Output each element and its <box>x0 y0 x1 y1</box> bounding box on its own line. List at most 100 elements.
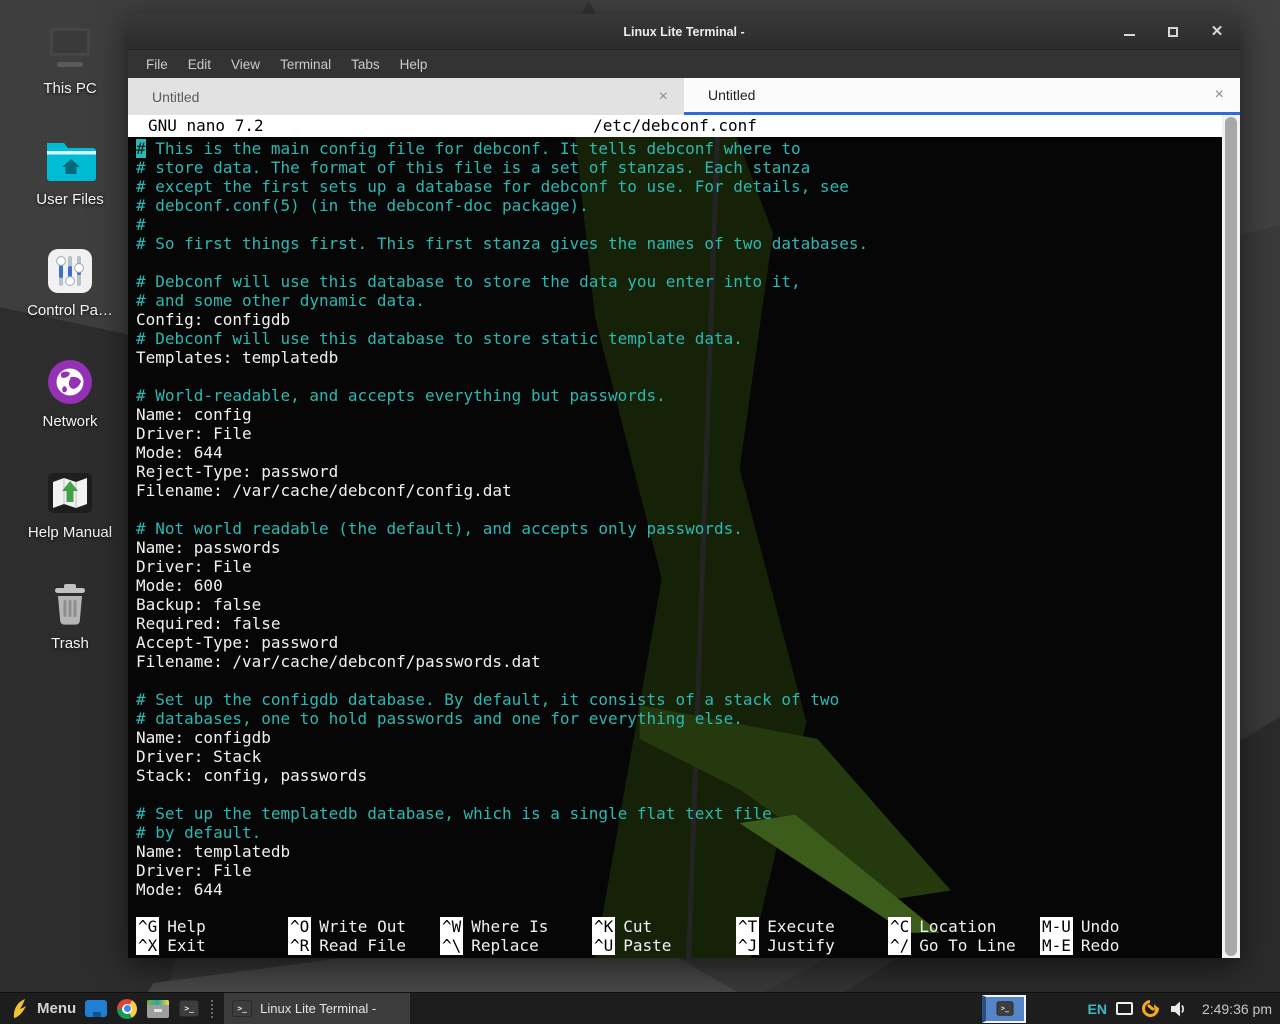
folder-home-icon <box>43 137 97 183</box>
update-icon[interactable] <box>1138 997 1162 1021</box>
shortcut-execute[interactable]: ^TExecute <box>736 917 888 936</box>
shortcut-replace[interactable]: ^\ Replace <box>440 936 592 955</box>
nano-version-label: GNU nano 7.2 <box>128 116 264 135</box>
menu-item-view[interactable]: View <box>221 53 270 76</box>
terminal-line: # and some other dynamic data. <box>136 291 1212 310</box>
text-cursor: # <box>136 139 146 158</box>
desktop-icon-user-files[interactable]: User Files <box>14 137 126 208</box>
tab-label: Untitled <box>152 89 199 105</box>
display-icon[interactable] <box>1116 1002 1133 1015</box>
terminal-line: # Debconf will use this database to stor… <box>136 272 1212 291</box>
terminal-icon[interactable]: >_ <box>178 998 200 1020</box>
minimize-button[interactable] <box>1122 25 1136 39</box>
start-menu-button[interactable]: Menu <box>8 998 76 1020</box>
editor-text-area[interactable]: # This is the main config file for debco… <box>136 139 1212 899</box>
shortcut-label: Where Is <box>471 917 548 936</box>
shortcut-label: Replace <box>471 936 538 955</box>
scrollbar-thumb[interactable] <box>1225 117 1237 956</box>
menu-item-file[interactable]: File <box>136 53 178 76</box>
close-tab-icon[interactable]: × <box>659 89 668 105</box>
shortcut-key: ^G <box>136 917 159 936</box>
terminal-pane[interactable]: GNU nano 7.2 /etc/debconf.conf # This is… <box>128 115 1240 958</box>
chrome-icon[interactable] <box>116 998 138 1020</box>
terminal-line: # Set up the templatedb database, which … <box>136 804 1212 823</box>
terminal-line: Mode: 644 <box>136 443 1212 462</box>
shortcut-where-is[interactable]: ^WWhere Is <box>440 917 592 936</box>
terminal-line: Name: configdb <box>136 728 1212 747</box>
shortcut-label: Go To Line <box>919 936 1015 955</box>
shortcut-justify[interactable]: ^JJustify <box>736 936 888 955</box>
system-tray: EN 2:49:36 pm <box>1087 998 1272 1020</box>
desktop-icon-control-panel[interactable]: Control Pa… <box>14 248 126 319</box>
desktop-icon-trash[interactable]: Trash <box>14 581 126 652</box>
scrollbar-track[interactable] <box>1222 115 1240 958</box>
terminal-line: Reject-Type: password <box>136 462 1212 481</box>
menu-item-help[interactable]: Help <box>390 53 438 76</box>
menu-item-terminal[interactable]: Terminal <box>270 53 341 76</box>
tab-1[interactable]: Untitled × <box>128 78 684 115</box>
help-manual-icon <box>43 470 97 516</box>
shortcut-write-out[interactable]: ^OWrite Out <box>288 917 440 936</box>
desktop-icon-network[interactable]: Network <box>14 359 126 430</box>
speaker-icon[interactable] <box>1168 998 1190 1020</box>
shortcut-key: ^R <box>288 936 311 955</box>
shortcut-exit[interactable]: ^XExit <box>136 936 288 955</box>
desktop-icon-this-pc[interactable]: This PC <box>14 26 126 97</box>
task-button-terminal[interactable]: >_ Linux Lite Terminal - <box>224 993 410 1024</box>
file-manager-icon[interactable] <box>85 998 107 1020</box>
menu-item-tabs[interactable]: Tabs <box>341 53 390 76</box>
close-tab-icon[interactable]: × <box>1215 87 1224 103</box>
workspace-pager[interactable]: >_ <box>982 995 1026 1023</box>
desktop-icon-list: This PC User Files Control Pa… Network Help … <box>14 26 126 652</box>
tab-label: Untitled <box>708 87 755 103</box>
maximize-button[interactable] <box>1166 25 1180 39</box>
keyboard-layout-indicator[interactable]: EN <box>1087 1001 1106 1017</box>
shortcut-paste[interactable]: ^UPaste <box>592 936 736 955</box>
archive-manager-icon[interactable] <box>147 998 169 1020</box>
close-button[interactable]: ✕ <box>1210 25 1224 39</box>
shortcut-undo[interactable]: M-UUndo <box>1040 917 1212 936</box>
shortcut-label: Location <box>919 917 996 936</box>
shortcut-key: ^C <box>888 917 911 936</box>
control-panel-icon <box>43 248 97 294</box>
shortcut-location[interactable]: ^C Location <box>888 917 1040 936</box>
desktop-icon-label: Network <box>42 413 97 430</box>
terminal-line: Templates: templatedb <box>136 348 1212 367</box>
clock[interactable]: 2:49:36 pm <box>1202 1001 1272 1017</box>
terminal-line <box>136 671 1212 690</box>
terminal-line: Driver: Stack <box>136 747 1212 766</box>
window-titlebar[interactable]: Linux Lite Terminal - ✕ <box>128 14 1240 50</box>
terminal-icon: >_ <box>997 1001 1014 1015</box>
shortcut-key: ^\ <box>440 936 463 955</box>
terminal-line: Backup: false <box>136 595 1212 614</box>
terminal-line: Filename: /var/cache/debconf/config.dat <box>136 481 1212 500</box>
terminal-line <box>136 500 1212 519</box>
shortcut-key: ^T <box>736 917 759 936</box>
shortcut-help[interactable]: ^GHelp <box>136 917 288 936</box>
menu-bar: FileEditViewTerminalTabsHelp <box>128 50 1240 78</box>
desktop-icon-help-manual[interactable]: Help Manual <box>14 470 126 541</box>
shortcut-go-to-line[interactable]: ^/ Go To Line <box>888 936 1040 955</box>
shortcut-key: ^/ <box>888 936 911 955</box>
shortcut-key: ^X <box>136 936 159 955</box>
shortcut-read-file[interactable]: ^R Read File <box>288 936 440 955</box>
terminal-line <box>136 367 1212 386</box>
terminal-line: Stack: config, passwords <box>136 766 1212 785</box>
shortcut-label: Redo <box>1081 936 1120 955</box>
shortcut-key: M-E <box>1040 936 1073 955</box>
terminal-line: # Set up the configdb database. By defau… <box>136 690 1212 709</box>
minimize-icon <box>1124 34 1135 36</box>
taskbar: Menu >_ >_ Linux Lite Terminal - >_ EN 2… <box>0 992 1280 1024</box>
shortcut-redo[interactable]: M-E Redo <box>1040 936 1212 955</box>
trash-icon <box>43 581 97 627</box>
shortcut-label: Paste <box>623 936 671 955</box>
terminal-line: Mode: 644 <box>136 880 1212 899</box>
menu-item-edit[interactable]: Edit <box>178 53 221 76</box>
shortcut-label: Read File <box>319 936 406 955</box>
tab-2[interactable]: Untitled × <box>684 78 1240 115</box>
shortcut-cut[interactable]: ^KCut <box>592 917 736 936</box>
terminal-line: # store data. The format of this file is… <box>136 158 1212 177</box>
desktop-icon-label: This PC <box>43 80 96 97</box>
nano-titlebar: GNU nano 7.2 /etc/debconf.conf <box>128 115 1222 137</box>
terminal-line: Driver: File <box>136 424 1212 443</box>
